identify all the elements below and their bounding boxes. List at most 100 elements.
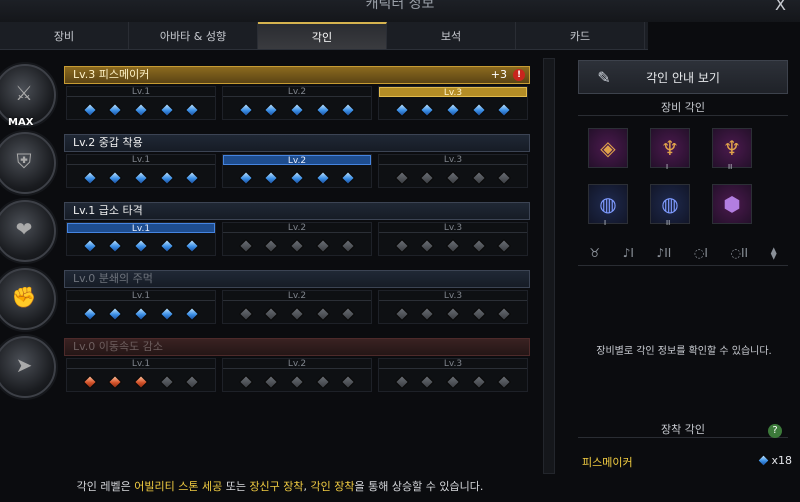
slot-filter-icon[interactable]: ♉ [589, 246, 600, 265]
engraving-point-icon [159, 306, 174, 322]
engraving-point-icon [471, 374, 486, 390]
engraving-point-icon [264, 374, 279, 390]
item-glyph: ⬢ [723, 192, 741, 216]
tab-equipment[interactable]: 장비 [0, 22, 129, 49]
engraving-point-icon [341, 102, 356, 118]
engraving-point-icon [394, 238, 409, 254]
book-icon: ✎ [597, 68, 611, 87]
engraving-point-icon [497, 102, 512, 118]
note-highlight-stone: 어빌리티 스톤 세공 [134, 480, 223, 493]
slot-filter-icon[interactable]: ♪II [657, 246, 672, 265]
engraving-point-icon [264, 102, 279, 118]
engraving-point-icon [497, 306, 512, 322]
slot-filter-icon[interactable]: ♪I [623, 246, 634, 265]
engraving-point-icon [394, 102, 409, 118]
engraving-row[interactable]: ❤ Lv.1 급소 타격 Lv.1 Lv.2 Lv.3 [0, 194, 538, 262]
engraving-guide-button[interactable]: ✎ 각인 안내 보기 [578, 60, 788, 94]
equip-hint: 장비별로 각인 정보를 확인할 수 있습니다. [596, 346, 772, 357]
engraving-emblem-icon: ✊ [0, 268, 56, 330]
engraving-row[interactable]: ➤ Lv.0 이동속도 감소 Lv.1 Lv.2 Lv.3 [0, 330, 538, 398]
engraving-point-icon [341, 306, 356, 322]
engraving-point-icon [394, 306, 409, 322]
engraving-point-icon [289, 102, 305, 118]
engraving-point-icon [133, 374, 149, 390]
engraving-point-icon [238, 238, 253, 254]
item-glyph: ◍ [661, 192, 679, 216]
help-icon[interactable]: ? [768, 424, 782, 438]
engraving-point-icon [445, 170, 461, 186]
level-segments: Lv.1 Lv.2 Lv.3 [66, 86, 530, 120]
level-label: Lv.1 [67, 87, 215, 97]
level-segment: Lv.2 [222, 358, 372, 392]
window-titlebar: 캐릭터 정보 X [0, 0, 800, 22]
slot-filter-icon[interactable]: ◌II [731, 246, 749, 265]
engraving-point-icon [471, 238, 486, 254]
gem-icon [757, 454, 770, 467]
engraving-emblem-glyph: ⛨ [16, 149, 32, 173]
close-icon[interactable]: X [775, 0, 786, 14]
ring-icon[interactable]: ◍ II [650, 184, 690, 227]
slot-filter-icon[interactable]: ⧫ [771, 246, 777, 265]
ring-icon[interactable]: ◍ I [588, 184, 628, 227]
engraving-point-icon [497, 238, 512, 254]
engraving-name-bar: Lv.2 중갑 착용 [64, 134, 530, 152]
level-label: Lv.2 [223, 87, 371, 97]
level-segments: Lv.1 Lv.2 Lv.3 [66, 154, 530, 188]
level-segment: Lv.2 [222, 222, 372, 256]
engraving-point-icon [289, 170, 305, 186]
engraving-point-icon [445, 374, 461, 390]
engraving-emblem-icon: ➤ [0, 336, 56, 398]
engraving-emblem-icon: ⛨ [0, 132, 56, 194]
note-text: , [303, 480, 311, 493]
stone-icon[interactable]: ⬢ [712, 184, 752, 224]
engraving-point-icon [185, 102, 200, 118]
engraving-point-icon [394, 170, 409, 186]
engraving-point-icon [420, 170, 435, 186]
level-segment: Lv.1 [66, 358, 216, 392]
engraving-point-icon [185, 374, 200, 390]
tab-bar: 장비 아바타 & 성향 각인 보석 카드 [0, 22, 648, 50]
earring-icon[interactable]: ♆ II [712, 128, 752, 171]
engraving-point-icon [159, 102, 174, 118]
slot-filter-icon[interactable]: ◌I [694, 246, 708, 265]
engraving-point-icon [341, 374, 356, 390]
engraving-point-icon [445, 306, 461, 322]
equip-engraving-title: 장비 각인 [578, 100, 788, 116]
engraving-name-bar: Lv.1 급소 타격 [64, 202, 530, 220]
level-label: Lv.2 [223, 291, 371, 301]
level-segment: Lv.3 [378, 86, 528, 120]
tab-engraving[interactable]: 각인 [258, 22, 387, 49]
engraving-point-icon [108, 102, 123, 118]
engraving-point-icon [82, 238, 97, 254]
warning-icon[interactable]: ! [513, 69, 525, 81]
engraving-point-icon [108, 374, 123, 390]
level-label: Lv.3 [379, 291, 527, 301]
level-segment: Lv.1 [66, 222, 216, 256]
engraving-point-icon [315, 238, 330, 254]
engraving-point-icon [133, 170, 149, 186]
engraving-point-icon [238, 306, 253, 322]
tab-gems[interactable]: 보석 [387, 22, 516, 49]
engraving-point-icon [315, 306, 330, 322]
item-slot-number: II [728, 163, 733, 171]
engraving-row[interactable]: ⛨ Lv.2 중갑 착용 Lv.1 Lv.2 Lv.3 [0, 126, 538, 194]
note-text: 또는 [222, 480, 250, 493]
level-segment: Lv.1 [66, 86, 216, 120]
engraving-name: Lv.0 이동속도 감소 [73, 340, 163, 353]
engraving-point-icon [82, 306, 97, 322]
engraving-row[interactable]: ✊ Lv.0 분쇄의 주먹 Lv.1 Lv.2 Lv.3 [0, 262, 538, 330]
tab-avatar[interactable]: 아바타 & 성향 [129, 22, 258, 49]
engraving-emblem-glyph: ➤ [15, 353, 33, 377]
engraving-point-icon [420, 238, 435, 254]
engraving-point-icon [185, 306, 200, 322]
engraving-point-icon [420, 374, 435, 390]
scrollbar[interactable] [543, 58, 555, 474]
right-panel: ✎ 각인 안내 보기 장비 각인 ◈ ♆ I ♆ II ◍ I ◍ II ⬢ ♉ ♪I ♪II ◌I ◌I… [568, 56, 800, 502]
engraving-point-icon [133, 238, 149, 254]
earring-icon[interactable]: ♆ I [650, 128, 690, 171]
engraving-row[interactable]: ⚔ MAX Lv.3 피스메이커 +3! Lv.1 Lv.2 Lv.3 [0, 58, 538, 128]
engraving-point-icon [471, 102, 486, 118]
tab-cards[interactable]: 카드 [516, 22, 645, 49]
engraving-point-icon [82, 374, 97, 390]
necklace-icon[interactable]: ◈ [588, 128, 628, 168]
